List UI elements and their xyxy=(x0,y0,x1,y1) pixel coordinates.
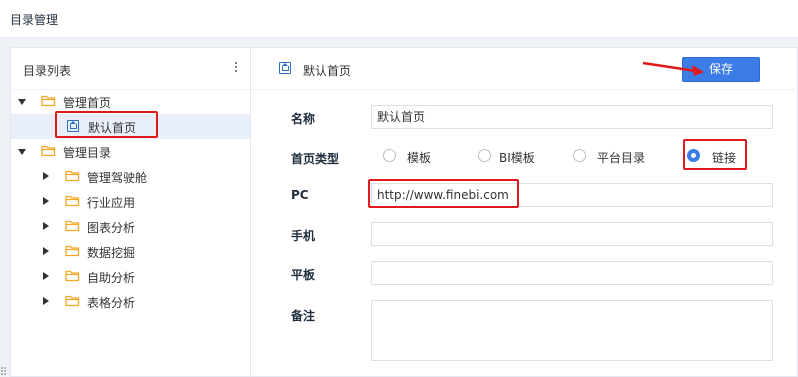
tablet-url-input[interactable] xyxy=(371,261,773,285)
radio-bi-template[interactable] xyxy=(478,149,491,162)
radio-platform-directory-label: 平台目录 xyxy=(597,151,646,165)
folder-icon xyxy=(41,145,56,157)
caret-right-icon[interactable] xyxy=(43,222,49,230)
home-settings-header: 默认首页 保存 xyxy=(251,48,797,90)
home-icon xyxy=(279,62,291,74)
radio-link[interactable] xyxy=(687,149,700,162)
top-bar: 目录管理 xyxy=(0,0,798,38)
folder-icon xyxy=(65,170,80,182)
name-label: 名称 xyxy=(291,112,316,126)
tree-item-label: 行业应用 xyxy=(87,196,136,210)
settings-title: 默认首页 xyxy=(303,64,352,78)
caret-right-icon[interactable] xyxy=(43,197,49,205)
tree-item-label: 数据挖掘 xyxy=(87,246,136,260)
tree-item-chart-analysis[interactable]: 图表分析 xyxy=(11,214,250,239)
resize-grip-icon[interactable] xyxy=(0,365,8,377)
radio-bi-template-label: BI模板 xyxy=(499,151,535,165)
tree-item-label: 图表分析 xyxy=(87,221,136,235)
home-type-label: 首页类型 xyxy=(291,152,340,166)
caret-right-icon[interactable] xyxy=(43,172,49,180)
radio-link-label: 链接 xyxy=(712,151,737,165)
directory-list-title: 目录列表 xyxy=(23,64,72,78)
tree-item-label: 自助分析 xyxy=(87,271,136,285)
tree-item-data-mining[interactable]: 数据挖掘 xyxy=(11,239,250,264)
folder-icon xyxy=(65,220,80,232)
note-label: 备注 xyxy=(291,309,316,323)
tree-item-label: 管理目录 xyxy=(63,146,112,160)
phone-url-input[interactable] xyxy=(371,222,773,246)
page-title: 目录管理 xyxy=(10,13,59,27)
radio-template-label: 模板 xyxy=(407,151,432,165)
tree-item-cockpit[interactable]: 管理驾驶舱 xyxy=(11,164,250,189)
pc-label: PC xyxy=(291,188,309,202)
folder-icon xyxy=(41,95,56,107)
more-vertical-icon[interactable] xyxy=(232,58,240,76)
tree-item-industry[interactable]: 行业应用 xyxy=(11,189,250,214)
tree-item-manage-directory[interactable]: 管理目录 xyxy=(11,139,250,164)
tree-item-label: 默认首页 xyxy=(88,121,137,135)
radio-platform-directory[interactable] xyxy=(573,149,586,162)
folder-icon xyxy=(65,195,80,207)
folder-icon xyxy=(65,270,80,282)
caret-down-icon[interactable] xyxy=(18,149,26,155)
tree-item-label: 管理首页 xyxy=(63,96,112,110)
tree-item-table-analysis[interactable]: 表格分析 xyxy=(11,289,250,314)
tree-item-label: 表格分析 xyxy=(87,296,136,310)
tree-item-manage-home[interactable]: 管理首页 xyxy=(11,89,250,114)
caret-right-icon[interactable] xyxy=(43,272,49,280)
tree-item-label: 管理驾驶舱 xyxy=(87,171,148,185)
note-textarea[interactable] xyxy=(371,300,773,361)
phone-label: 手机 xyxy=(291,229,316,243)
tree-item-self-service[interactable]: 自助分析 xyxy=(11,264,250,289)
directory-list-header: 目录列表 xyxy=(11,48,250,90)
radio-template[interactable] xyxy=(383,149,396,162)
home-settings-panel: 默认首页 保存 名称 默认首页 首页类型 模板 BI模板 平台目录 链接 PC … xyxy=(251,47,798,377)
caret-right-icon[interactable] xyxy=(43,247,49,255)
directory-list-panel: 目录列表 管理首页 默认首页 管理目录 管理驾驶舱 行业应用 图表分析 数据挖掘… xyxy=(10,47,251,377)
tree-item-default-home[interactable]: 默认首页 xyxy=(11,114,250,139)
caret-down-icon[interactable] xyxy=(18,99,26,105)
folder-icon xyxy=(65,295,80,307)
tablet-label: 平板 xyxy=(291,268,316,282)
name-input[interactable]: 默认首页 xyxy=(371,105,773,129)
folder-icon xyxy=(65,245,80,257)
pc-url-input[interactable]: http://www.finebi.com xyxy=(371,183,773,207)
caret-right-icon[interactable] xyxy=(43,297,49,305)
save-button[interactable]: 保存 xyxy=(682,57,760,82)
home-icon xyxy=(67,120,79,132)
